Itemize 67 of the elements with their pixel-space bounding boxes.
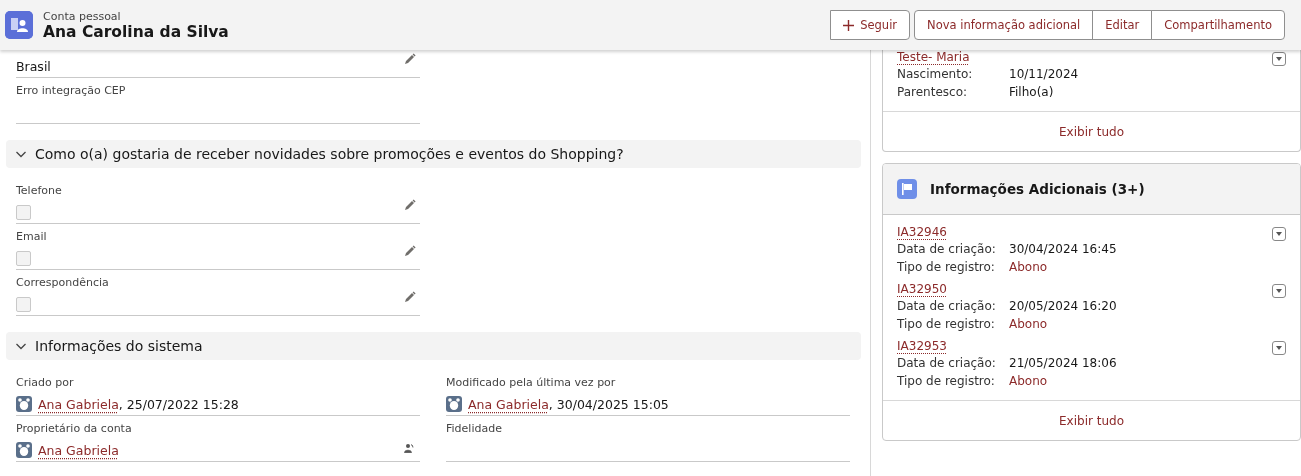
- field-label: Telefone: [16, 184, 62, 199]
- record-link[interactable]: IA32950: [897, 282, 947, 296]
- action-button[interactable]: Editar: [1092, 10, 1153, 40]
- plus-icon: [843, 19, 855, 31]
- field-label: Data de criação:: [897, 355, 997, 372]
- field-label: Tipo de registro:: [897, 316, 996, 333]
- caret-icon: [1276, 346, 1282, 350]
- checkbox[interactable]: [16, 296, 31, 312]
- caret-icon: [1276, 289, 1282, 293]
- field-value: 21/05/2024 18:06: [1009, 355, 1117, 372]
- field-label: Parentesco:: [897, 84, 969, 101]
- field-value: Brasil: [16, 58, 51, 74]
- field-label: Data de criação:: [897, 298, 997, 315]
- checkbox[interactable]: [16, 250, 31, 266]
- pencil-icon[interactable]: [404, 291, 416, 303]
- field-value: 10/11/2024: [1009, 66, 1079, 83]
- field-value: Filho(a): [1009, 84, 1054, 101]
- field-value: , 30/04/2025 15:05: [548, 396, 669, 412]
- row-menu-button[interactable]: [1272, 227, 1286, 241]
- follow-button[interactable]: Seguir: [830, 10, 911, 40]
- checkbox[interactable]: [16, 204, 31, 220]
- user-avatar-icon: [16, 442, 32, 458]
- pencil-icon[interactable]: [404, 245, 416, 257]
- field-label: Nascimento:: [897, 66, 974, 83]
- field-label: Erro integração CEP: [16, 84, 126, 99]
- row-menu-button[interactable]: [1272, 52, 1286, 66]
- caret-icon: [1276, 232, 1282, 236]
- field-link[interactable]: Abono: [1009, 315, 1048, 333]
- object-type: Conta pessoal: [43, 9, 122, 23]
- change-owner-icon[interactable]: [404, 443, 414, 453]
- row-menu-button[interactable]: [1272, 284, 1286, 298]
- user-link[interactable]: Ana Gabriela: [38, 396, 119, 412]
- field-value: 20/05/2024 16:20: [1009, 298, 1117, 315]
- user-link[interactable]: Ana Gabriela: [38, 442, 119, 458]
- pencil-icon[interactable]: [404, 53, 416, 65]
- person-account-icon: [5, 11, 33, 39]
- field-label: Email: [16, 230, 47, 245]
- field-label: Criado por: [16, 376, 74, 391]
- user-avatar-icon: [16, 396, 32, 412]
- record-link[interactable]: Teste- Maria: [897, 50, 970, 64]
- user-avatar-icon: [446, 396, 462, 412]
- section-header[interactable]: Como o(a) gostaria de receber novidades sobre promoções e eventos do Shopping?: [6, 140, 861, 168]
- field-label: Data de criação:: [897, 241, 997, 258]
- action-button[interactable]: Compartilhamento: [1151, 10, 1285, 40]
- field-label: Proprietário da conta: [16, 422, 132, 437]
- row-menu-button[interactable]: [1272, 341, 1286, 355]
- field-label: Correspondência: [16, 276, 109, 291]
- field-label: Tipo de registro:: [897, 259, 996, 276]
- view-all-link[interactable]: Exibir tudo: [1059, 413, 1124, 428]
- record-title: Ana Carolina da Silva: [43, 22, 229, 41]
- record-link[interactable]: IA32953: [897, 339, 947, 353]
- card-title: Informações Adicionais (3+): [930, 181, 1145, 197]
- caret-icon: [1276, 57, 1282, 61]
- record-link[interactable]: IA32946: [897, 225, 947, 239]
- field-label: Modificado pela última vez por: [446, 376, 616, 391]
- action-button[interactable]: Nova informação adicional: [914, 10, 1094, 40]
- field-value: 30/04/2024 16:45: [1009, 241, 1117, 258]
- field-value: , 25/07/2022 15:28: [118, 396, 239, 412]
- field-link[interactable]: Abono: [1009, 258, 1048, 276]
- view-all-link[interactable]: Exibir tudo: [1059, 124, 1124, 139]
- flag-icon: [897, 179, 917, 199]
- user-link[interactable]: Ana Gabriela: [468, 396, 549, 412]
- field-label: Tipo de registro:: [897, 373, 996, 390]
- field-link[interactable]: Abono: [1009, 372, 1048, 390]
- pencil-icon[interactable]: [404, 199, 416, 211]
- section-header[interactable]: Informações do sistema: [6, 332, 861, 360]
- field-label: Fidelidade: [446, 422, 502, 437]
